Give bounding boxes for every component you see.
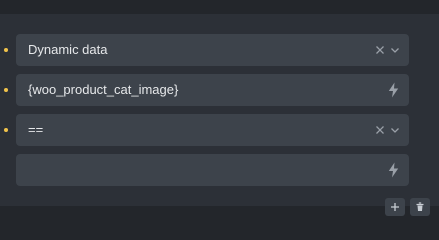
condition-row-operator: == [0, 114, 439, 146]
trash-icon [416, 202, 424, 211]
value-input[interactable] [16, 154, 409, 186]
status-dot [4, 88, 8, 92]
close-icon[interactable] [373, 123, 387, 137]
chevron-down-icon[interactable] [390, 124, 400, 136]
plus-icon [391, 203, 399, 211]
key-select-value: Dynamic data [28, 42, 108, 57]
dynamic-tag-value: {woo_product_cat_image} [28, 82, 179, 97]
page: Dynamic data {woo_product_cat_image} == [0, 0, 439, 240]
operator-select-value: == [28, 122, 44, 137]
condition-row-key: Dynamic data [0, 34, 439, 66]
operator-select[interactable]: == [16, 114, 409, 146]
delete-condition-button[interactable] [410, 198, 430, 216]
status-dot [4, 128, 8, 132]
lightning-bolt-icon[interactable] [388, 82, 399, 98]
close-icon[interactable] [373, 43, 387, 57]
dynamic-tag-input[interactable]: {woo_product_cat_image} [16, 74, 409, 106]
condition-row-value [0, 154, 439, 186]
condition-row-tag: {woo_product_cat_image} [0, 74, 439, 106]
lightning-bolt-icon[interactable] [388, 162, 399, 178]
key-select[interactable]: Dynamic data [16, 34, 409, 66]
status-dot [4, 48, 8, 52]
add-condition-button[interactable] [385, 198, 405, 216]
chevron-down-icon[interactable] [390, 44, 400, 56]
